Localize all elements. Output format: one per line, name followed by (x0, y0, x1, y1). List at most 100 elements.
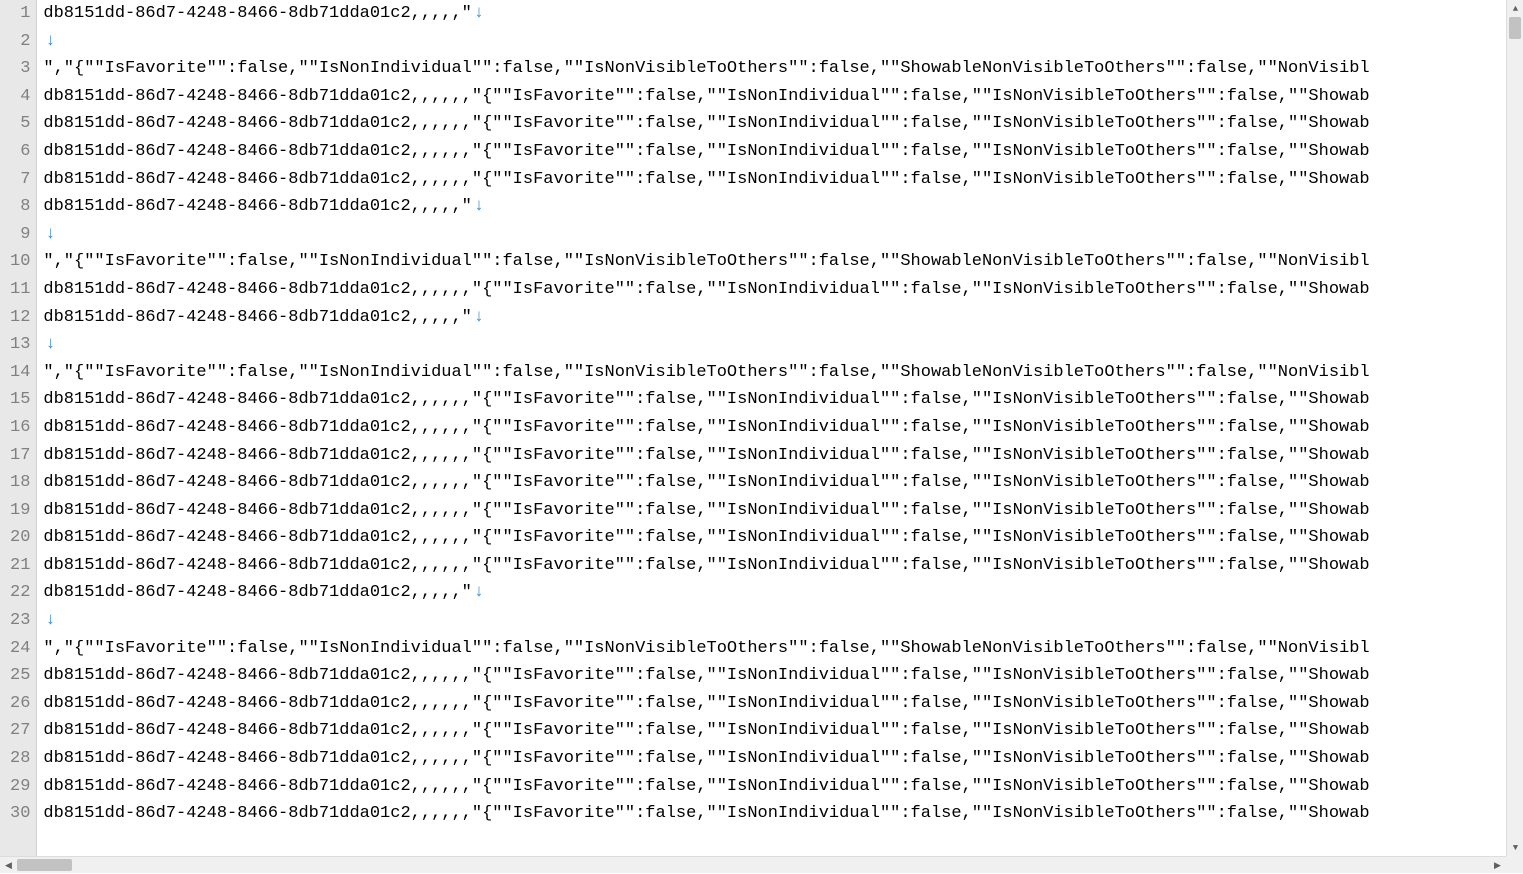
editor-line[interactable]: ↓ (43, 607, 1523, 635)
line-text: db8151dd-86d7-4248-8466-8db71dda01c2,,,,… (43, 170, 1369, 189)
editor-line[interactable]: db8151dd-86d7-4248-8466-8db71dda01c2,,,,… (43, 386, 1523, 414)
editor-line[interactable]: db8151dd-86d7-4248-8466-8db71dda01c2,,,,… (43, 800, 1523, 828)
editor-line[interactable]: db8151dd-86d7-4248-8466-8db71dda01c2,,,,… (43, 552, 1523, 580)
vertical-scrollbar-thumb[interactable] (1509, 17, 1521, 39)
editor-content[interactable]: db8151dd-86d7-4248-8466-8db71dda01c2,,,,… (37, 0, 1523, 873)
line-text: db8151dd-86d7-4248-8466-8db71dda01c2,,,,… (43, 556, 1369, 575)
scroll-up-arrow-icon[interactable]: ▲ (1507, 0, 1523, 17)
scroll-down-arrow-icon[interactable]: ▼ (1507, 839, 1523, 856)
editor-line[interactable]: db8151dd-86d7-4248-8466-8db71dda01c2,,,,… (43, 745, 1523, 773)
line-text: db8151dd-86d7-4248-8466-8db71dda01c2,,,,… (43, 694, 1369, 713)
line-text: db8151dd-86d7-4248-8466-8db71dda01c2,,,,… (43, 308, 471, 327)
line-number: 12 (10, 304, 30, 332)
eol-marker-icon: ↓ (43, 335, 55, 354)
editor-line[interactable]: db8151dd-86d7-4248-8466-8db71dda01c2,,,,… (43, 524, 1523, 552)
eol-marker-icon: ↓ (43, 611, 55, 630)
eol-marker-icon: ↓ (43, 225, 55, 244)
line-number: 9 (10, 221, 30, 249)
line-text: ","{""IsFavorite"":false,""IsNonIndividu… (43, 252, 1369, 271)
line-number: 19 (10, 497, 30, 525)
editor-line[interactable]: db8151dd-86d7-4248-8466-8db71dda01c2,,,,… (43, 690, 1523, 718)
line-number: 21 (10, 552, 30, 580)
editor-line[interactable]: ","{""IsFavorite"":false,""IsNonIndividu… (43, 359, 1523, 387)
editor-line[interactable]: ","{""IsFavorite"":false,""IsNonIndividu… (43, 635, 1523, 663)
line-text: db8151dd-86d7-4248-8466-8db71dda01c2,,,,… (43, 142, 1369, 161)
line-text: db8151dd-86d7-4248-8466-8db71dda01c2,,,,… (43, 749, 1369, 768)
line-number: 27 (10, 717, 30, 745)
line-number: 24 (10, 635, 30, 663)
text-editor[interactable]: 1234567891011121314151617181920212223242… (0, 0, 1523, 873)
editor-line[interactable]: db8151dd-86d7-4248-8466-8db71dda01c2,,,,… (43, 193, 1523, 221)
editor-line[interactable]: db8151dd-86d7-4248-8466-8db71dda01c2,,,,… (43, 110, 1523, 138)
line-number: 17 (10, 442, 30, 470)
line-number: 10 (10, 248, 30, 276)
editor-line[interactable]: db8151dd-86d7-4248-8466-8db71dda01c2,,,,… (43, 166, 1523, 194)
editor-line[interactable]: ","{""IsFavorite"":false,""IsNonIndividu… (43, 55, 1523, 83)
editor-line[interactable]: db8151dd-86d7-4248-8466-8db71dda01c2,,,,… (43, 497, 1523, 525)
line-text: db8151dd-86d7-4248-8466-8db71dda01c2,,,,… (43, 666, 1369, 685)
line-text: db8151dd-86d7-4248-8466-8db71dda01c2,,,,… (43, 280, 1369, 299)
line-text: ","{""IsFavorite"":false,""IsNonIndividu… (43, 639, 1369, 658)
editor-line[interactable]: db8151dd-86d7-4248-8466-8db71dda01c2,,,,… (43, 138, 1523, 166)
line-text: db8151dd-86d7-4248-8466-8db71dda01c2,,,,… (43, 721, 1369, 740)
editor-line[interactable]: db8151dd-86d7-4248-8466-8db71dda01c2,,,,… (43, 773, 1523, 801)
editor-line[interactable]: db8151dd-86d7-4248-8466-8db71dda01c2,,,,… (43, 0, 1523, 28)
eol-marker-icon: ↓ (472, 197, 484, 216)
scrollbar-corner (1506, 856, 1523, 873)
line-number: 1 (10, 0, 30, 28)
scroll-right-arrow-icon[interactable]: ▶ (1489, 857, 1506, 874)
line-text: db8151dd-86d7-4248-8466-8db71dda01c2,,,,… (43, 390, 1369, 409)
line-text: db8151dd-86d7-4248-8466-8db71dda01c2,,,,… (43, 501, 1369, 520)
line-number: 26 (10, 690, 30, 718)
line-text: ","{""IsFavorite"":false,""IsNonIndividu… (43, 59, 1369, 78)
line-number: 18 (10, 469, 30, 497)
line-text: db8151dd-86d7-4248-8466-8db71dda01c2,,,,… (43, 418, 1369, 437)
editor-line[interactable]: ↓ (43, 331, 1523, 359)
horizontal-scrollbar-thumb[interactable] (17, 859, 72, 871)
line-text: db8151dd-86d7-4248-8466-8db71dda01c2,,,,… (43, 446, 1369, 465)
line-text: db8151dd-86d7-4248-8466-8db71dda01c2,,,,… (43, 804, 1369, 823)
editor-line[interactable]: db8151dd-86d7-4248-8466-8db71dda01c2,,,,… (43, 717, 1523, 745)
editor-line[interactable]: db8151dd-86d7-4248-8466-8db71dda01c2,,,,… (43, 304, 1523, 332)
editor-line[interactable]: db8151dd-86d7-4248-8466-8db71dda01c2,,,,… (43, 276, 1523, 304)
editor-line[interactable]: ","{""IsFavorite"":false,""IsNonIndividu… (43, 248, 1523, 276)
editor-line[interactable]: db8151dd-86d7-4248-8466-8db71dda01c2,,,,… (43, 579, 1523, 607)
line-text: ","{""IsFavorite"":false,""IsNonIndividu… (43, 363, 1369, 382)
line-number: 15 (10, 386, 30, 414)
line-text: db8151dd-86d7-4248-8466-8db71dda01c2,,,,… (43, 777, 1369, 796)
line-number: 28 (10, 745, 30, 773)
line-number: 29 (10, 773, 30, 801)
line-number: 16 (10, 414, 30, 442)
line-text: db8151dd-86d7-4248-8466-8db71dda01c2,,,,… (43, 528, 1369, 547)
line-text: db8151dd-86d7-4248-8466-8db71dda01c2,,,,… (43, 197, 471, 216)
editor-line[interactable]: ↓ (43, 28, 1523, 56)
line-text: db8151dd-86d7-4248-8466-8db71dda01c2,,,,… (43, 114, 1369, 133)
line-number: 6 (10, 138, 30, 166)
line-number: 30 (10, 800, 30, 828)
eol-marker-icon: ↓ (43, 32, 55, 51)
horizontal-scrollbar-track[interactable] (17, 857, 1489, 873)
editor-line[interactable]: db8151dd-86d7-4248-8466-8db71dda01c2,,,,… (43, 469, 1523, 497)
line-number: 13 (10, 331, 30, 359)
editor-line[interactable]: db8151dd-86d7-4248-8466-8db71dda01c2,,,,… (43, 662, 1523, 690)
line-text: db8151dd-86d7-4248-8466-8db71dda01c2,,,,… (43, 87, 1369, 106)
line-number: 22 (10, 579, 30, 607)
editor-line[interactable]: db8151dd-86d7-4248-8466-8db71dda01c2,,,,… (43, 83, 1523, 111)
line-number: 3 (10, 55, 30, 83)
line-number: 23 (10, 607, 30, 635)
vertical-scrollbar-track[interactable] (1507, 17, 1523, 839)
line-number: 8 (10, 193, 30, 221)
editor-line[interactable]: db8151dd-86d7-4248-8466-8db71dda01c2,,,,… (43, 414, 1523, 442)
eol-marker-icon: ↓ (472, 308, 484, 327)
editor-line[interactable]: db8151dd-86d7-4248-8466-8db71dda01c2,,,,… (43, 442, 1523, 470)
eol-marker-icon: ↓ (472, 583, 484, 602)
scroll-left-arrow-icon[interactable]: ◀ (0, 857, 17, 874)
line-number: 25 (10, 662, 30, 690)
editor-line[interactable]: ↓ (43, 221, 1523, 249)
eol-marker-icon: ↓ (472, 4, 484, 23)
horizontal-scrollbar[interactable]: ◀ ▶ (0, 856, 1506, 873)
line-number: 20 (10, 524, 30, 552)
line-number: 7 (10, 166, 30, 194)
vertical-scrollbar[interactable]: ▲ ▼ (1506, 0, 1523, 873)
line-number-gutter: 1234567891011121314151617181920212223242… (0, 0, 37, 873)
